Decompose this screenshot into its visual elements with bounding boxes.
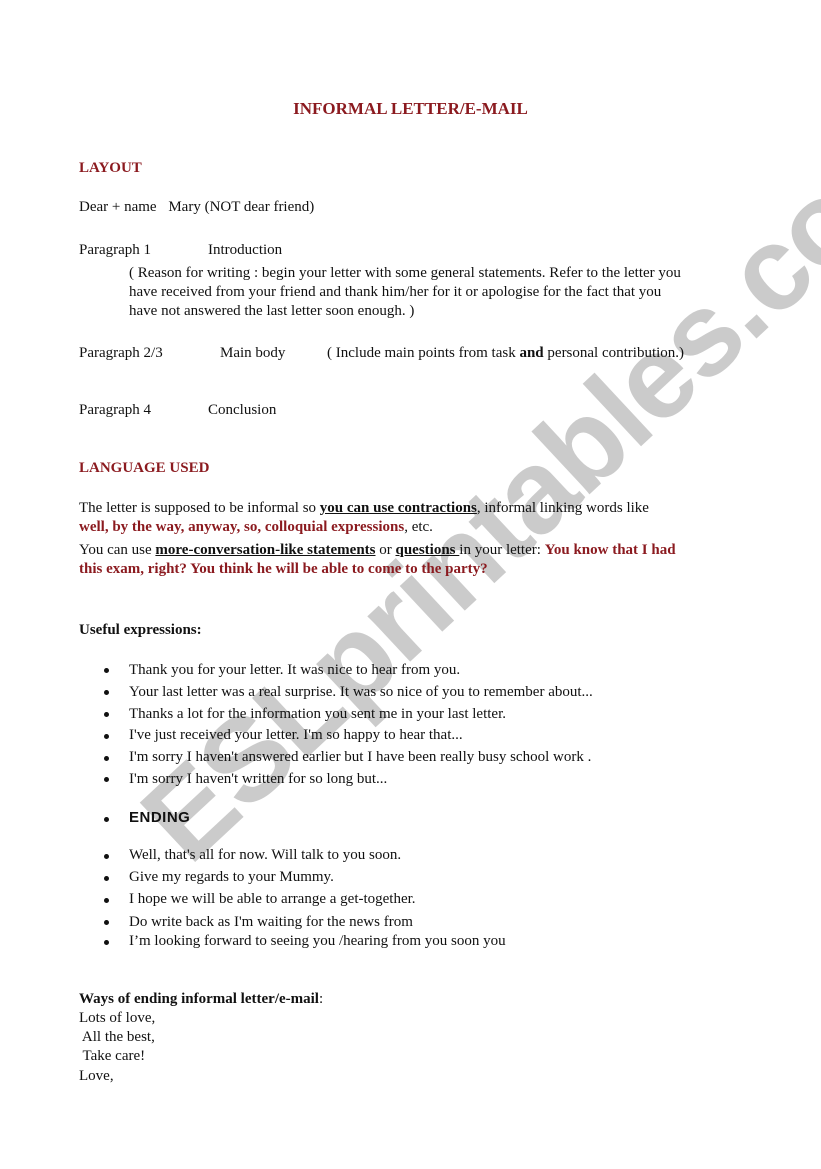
bullet-icon	[104, 777, 109, 782]
paragraph4-name: Conclusion	[208, 402, 277, 418]
underlined-phrase: you can use contractions	[319, 500, 477, 516]
paragraph1-desc-line: have received from your friend and thank…	[129, 284, 662, 300]
example-question: this exam, right? You think he will be a…	[79, 561, 488, 577]
bullet-icon	[104, 734, 109, 739]
paragraph23-name: Main body	[220, 345, 286, 361]
note-text: personal contribution.)	[543, 345, 685, 361]
closing-line: Love,	[79, 1068, 114, 1084]
list-item: Do write back as I'm waiting for the new…	[129, 914, 413, 930]
list-item: Well, that's all for now. Will talk to y…	[129, 847, 402, 863]
text: , etc.	[404, 519, 433, 535]
list-item: I'm sorry I haven't answered earlier but…	[129, 749, 592, 765]
bullet-icon	[104, 712, 109, 717]
text: in your letter:	[459, 542, 545, 558]
dear-line: Dear + name Mary (NOT dear friend)	[79, 198, 314, 217]
bullet-icon	[104, 920, 109, 925]
bullet-icon	[104, 940, 109, 945]
list-item: I'm sorry I haven't written for so long …	[129, 771, 388, 787]
dear-label: Dear + name	[79, 199, 157, 215]
text: You can use	[79, 542, 156, 558]
linking-words: well, by the way, anyway, so, colloquial…	[79, 519, 405, 535]
bullet-icon	[104, 876, 109, 881]
heading-text: Ways of ending informal letter/e-mail	[79, 991, 319, 1007]
language-line: The letter is supposed to be informal so…	[79, 499, 649, 518]
bullet-icon	[104, 817, 109, 822]
bullet-icon	[104, 854, 109, 859]
list-item: I hope we will be able to arrange a get-…	[129, 891, 416, 907]
language-heading: LANGUAGE USED	[79, 460, 210, 476]
layout-heading: LAYOUT	[79, 160, 142, 176]
paragraph1-desc-line: ( Reason for writing : begin your letter…	[129, 265, 681, 281]
bullet-icon	[104, 668, 109, 673]
useful-expressions-heading: Useful expressions:	[79, 622, 202, 638]
text: The letter is supposed to be informal so	[79, 500, 320, 516]
watermark: ESLprintables.com	[117, 84, 821, 887]
paragraph1-label: Paragraph 1	[79, 242, 152, 258]
page-title: INFORMAL LETTER/E-MAIL	[293, 99, 528, 118]
closing-line: All the best,	[79, 1029, 155, 1045]
note-bold: and	[519, 345, 544, 361]
bullet-icon	[104, 898, 109, 903]
list-item: Your last letter was a real surprise. It…	[129, 684, 593, 700]
underlined-phrase: questions	[395, 542, 460, 558]
paragraph23-note: ( Include main points from task and pers…	[327, 344, 684, 363]
language-line: You can use more-conversation-like state…	[79, 541, 676, 560]
paragraph23-label: Paragraph 2/3	[79, 345, 163, 361]
dear-value: Mary (NOT dear friend)	[168, 199, 315, 215]
list-item: Thanks a lot for the information you sen…	[129, 706, 506, 722]
worksheet-page: ESLprintables.com INFORMAL LETTER/E-MAIL…	[0, 0, 821, 1169]
heading-suffix: :	[318, 991, 324, 1007]
list-item: I’m looking forward to seeing you /heari…	[129, 933, 506, 949]
list-item: I've just received your letter. I'm so h…	[129, 727, 463, 743]
list-item: Thank you for your letter. It was nice t…	[129, 662, 461, 678]
language-line: well, by the way, anyway, so, colloquial…	[79, 518, 433, 537]
closing-line: Take care!	[79, 1048, 146, 1064]
paragraph1-name: Introduction	[208, 242, 283, 258]
note-text: ( Include main points from task	[327, 345, 520, 361]
example-question: You know that I had	[544, 542, 676, 558]
underlined-phrase: more-conversation-like statements	[155, 542, 376, 558]
paragraph4-label: Paragraph 4	[79, 402, 152, 418]
closing-line: Lots of love,	[79, 1010, 156, 1026]
ways-of-ending-heading: Ways of ending informal letter/e-mail:	[79, 990, 323, 1009]
bullet-icon	[104, 756, 109, 761]
list-item: Give my regards to your Mummy.	[129, 869, 334, 885]
bullet-icon	[104, 690, 109, 695]
text: or	[375, 542, 396, 558]
paragraph1-desc-line: have not answered the last letter soon e…	[129, 303, 415, 319]
text: , informal linking words like	[476, 500, 649, 516]
ending-heading: ENDING	[129, 809, 191, 826]
